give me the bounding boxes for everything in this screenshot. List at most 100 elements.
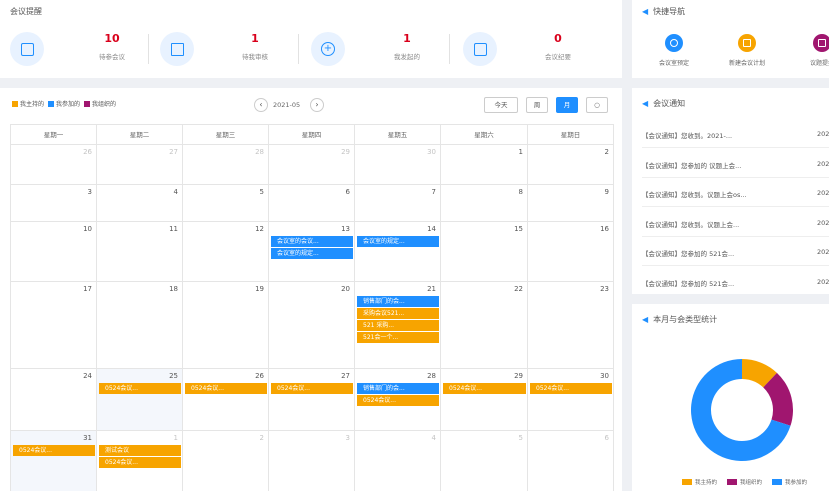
calendar-day-cell[interactable]: 31 [11, 431, 97, 491]
calendar-event[interactable]: 0524会议... [185, 383, 267, 394]
calendar-event[interactable]: 会议室的会议... [271, 236, 353, 247]
divider [449, 34, 450, 64]
donut-chart [691, 359, 793, 461]
quick-item-topic-submit[interactable]: 议题提报 [792, 34, 829, 67]
notice-date: 2021 [817, 130, 829, 138]
calendar-day-cell[interactable]: 4 [355, 431, 441, 491]
divider [642, 147, 829, 148]
day-number: 14 [427, 225, 436, 233]
stat-pending-review[interactable]: 1 待我审核 [160, 30, 268, 68]
calendar-event[interactable]: 测试会议 [99, 445, 181, 456]
day-number: 12 [255, 225, 264, 233]
calendar-day-cell[interactable]: 27 [269, 369, 355, 431]
calendar-day-cell[interactable]: 14 [355, 222, 441, 282]
calendar-day-cell[interactable]: 3 [11, 185, 97, 222]
calendar-grid: 星期一 星期二 星期三 星期四 星期五 星期六 星期日 26 27 28 29 30 1 2 3 4 5 6 7 8 9… [10, 124, 614, 491]
calendar-day-cell[interactable]: 30 [355, 145, 441, 185]
calendar-day-cell[interactable]: 22 [441, 282, 528, 369]
calendar-day-cell[interactable]: 3 [269, 431, 355, 491]
calendar-event[interactable]: 0524会议... [99, 383, 181, 394]
quick-item-label: 新建会议计划 [728, 60, 765, 67]
calendar-day-cell[interactable]: 11 [97, 222, 183, 282]
stat-minutes[interactable]: 0 会议纪要 [463, 30, 571, 68]
calendar-day-cell[interactable]: 5 [183, 185, 269, 222]
weekday-header: 星期日 [528, 125, 614, 145]
refresh-button[interactable]: ○ [586, 97, 608, 113]
calendar-day-cell[interactable]: 9 [528, 185, 614, 222]
calendar-event[interactable]: 采购会议521... [357, 308, 439, 319]
calendar-event[interactable]: 会议室的规定... [271, 248, 353, 259]
calendar-day-cell[interactable]: 6 [269, 185, 355, 222]
notice-text: 【会议通知】您收到。议题上会os... [642, 191, 747, 199]
calendar-event[interactable]: 0524会议... [443, 383, 526, 394]
calendar-day-cell[interactable]: 2 [183, 431, 269, 491]
day-number: 22 [514, 285, 523, 293]
edit-icon [10, 32, 44, 66]
quick-item-new-plan[interactable]: 新建会议计划 [717, 34, 777, 67]
calendar-day-cell[interactable]: 26 [11, 145, 97, 185]
divider [148, 34, 149, 64]
meeting-notice-panel: ◀ 会议通知 【会议通知】您收到。2021-... 2021 【会议通知】您参加的 … [632, 88, 829, 294]
day-number: 29 [514, 372, 523, 380]
calendar-day-cell[interactable]: 24 [11, 369, 97, 431]
calendar-day-cell[interactable]: 20 [269, 282, 355, 369]
calendar-day-cell[interactable]: 15 [441, 222, 528, 282]
calendar-day-cell[interactable]: 19 [183, 282, 269, 369]
quick-item-label: 议题提报 [809, 60, 829, 67]
today-button[interactable]: 今天 [484, 97, 518, 113]
calendar-day-cell[interactable]: 2 [528, 145, 614, 185]
day-number: 7 [431, 188, 436, 196]
notice-date: 2021 [817, 189, 829, 197]
weekday-header: 星期五 [355, 125, 441, 145]
calendar-day-cell[interactable]: 5 [441, 431, 528, 491]
calendar-day-cell[interactable]: 27 [97, 145, 183, 185]
calendar-event[interactable]: 521 采购... [357, 320, 439, 331]
calendar-event[interactable]: 0524会议... [271, 383, 353, 394]
prev-month-button[interactable]: ‹ [254, 98, 268, 112]
document-icon [160, 32, 194, 66]
stat-pending-meetings[interactable]: 10 待参会议 [10, 30, 125, 68]
day-number: 27 [341, 372, 350, 380]
calendar-day-cell[interactable]: 18 [97, 282, 183, 369]
calendar-event[interactable]: 0524会议... [13, 445, 95, 456]
notice-text: 【会议通知】您收到。议题上会... [642, 220, 740, 229]
day-number: 8 [518, 188, 523, 196]
calendar-day-cell[interactable]: 17 [11, 282, 97, 369]
calendar-event[interactable]: 会议室的规定... [357, 236, 439, 247]
divider [642, 265, 829, 266]
calendar-day-cell[interactable]: 1 [441, 145, 528, 185]
calendar-event[interactable]: 销售部门的会... [357, 296, 439, 307]
calendar-day-cell[interactable]: 8 [441, 185, 528, 222]
calendar-day-cell[interactable]: 25 [97, 369, 183, 431]
calendar-day-cell[interactable]: 29 [441, 369, 528, 431]
calendar-day-cell[interactable]: 29 [269, 145, 355, 185]
notice-date: 2021 [817, 248, 829, 256]
calendar-event[interactable]: 521会一个... [357, 332, 439, 343]
calendar-day-cell[interactable]: 16 [528, 222, 614, 282]
month-view-button[interactable]: 月 [556, 97, 578, 113]
calendar-day-cell[interactable]: 4 [97, 185, 183, 222]
calendar-day-cell[interactable]: 12 [183, 222, 269, 282]
calendar-day-cell[interactable]: 30 [528, 369, 614, 431]
calendar-event[interactable]: 销售部门的会... [357, 383, 439, 394]
calendar-day-cell[interactable]: 26 [183, 369, 269, 431]
week-view-button[interactable]: 周 [526, 97, 548, 113]
calendar-event[interactable]: 0524会议... [99, 457, 181, 468]
calendar-day-cell[interactable]: 7 [355, 185, 441, 222]
calendar-day-cell[interactable]: 6 [528, 431, 614, 491]
panel-title-text: 会议通知 [653, 99, 686, 108]
quick-item-room-booking[interactable]: 会议室预定 [644, 34, 704, 67]
next-month-button[interactable]: › [310, 98, 324, 112]
calendar-day-cell[interactable]: 23 [528, 282, 614, 369]
topic-icon [813, 34, 829, 52]
calendar-event[interactable]: 0524会议... [530, 383, 612, 394]
stat-initiated[interactable]: + 1 我发起的 [311, 30, 420, 68]
day-number: 27 [169, 148, 178, 156]
notice-text: 【会议通知】您参加的 521会... [642, 279, 735, 288]
calendar-day-cell[interactable]: 10 [11, 222, 97, 282]
weekday-header: 星期一 [11, 125, 97, 145]
stat-number: 10 [104, 32, 120, 45]
calendar-event[interactable]: 0524会议... [357, 395, 439, 406]
calendar-day-cell[interactable]: 28 [183, 145, 269, 185]
day-number: 6 [345, 188, 350, 196]
